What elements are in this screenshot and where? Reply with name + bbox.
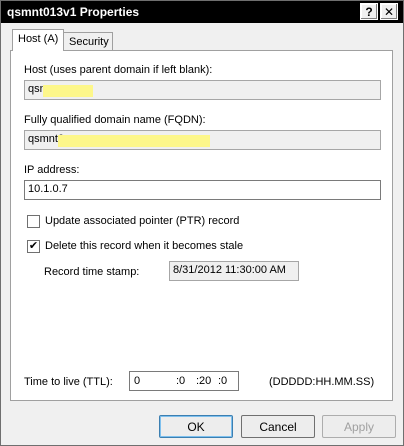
ttl-seconds[interactable]: :0 <box>218 375 227 387</box>
close-button[interactable]: ✕ <box>380 3 398 20</box>
tab-security-label: Security <box>69 36 109 48</box>
checkmark-icon: ✔ <box>28 240 39 252</box>
ttl-format-hint: (DDDDD:HH.MM.SS) <box>269 376 375 388</box>
record-timestamp-field: 8/31/2012 11:30:00 AM <box>169 261 299 281</box>
tab-security[interactable]: Security <box>63 32 113 52</box>
ptr-record-checkbox[interactable] <box>27 215 40 228</box>
ttl-label: Time to live (TTL): <box>24 376 113 388</box>
ttl-minutes[interactable]: :20 <box>196 375 211 387</box>
host-redaction <box>43 85 93 97</box>
host-label: Host (uses parent domain if left blank): <box>24 64 213 76</box>
tab-host-a-label: Host (A) <box>18 33 59 45</box>
delete-stale-label: Delete this record when it becomes stale <box>45 240 244 252</box>
cancel-button[interactable]: Cancel <box>241 415 315 438</box>
ttl-input[interactable]: 0 :0 :20 :0 <box>129 371 239 391</box>
record-timestamp-label: Record time stamp: <box>44 266 140 278</box>
ttl-hours[interactable]: :0 <box>176 375 185 387</box>
title-bar[interactable]: qsmnt013v1 Properties ? ✕ <box>1 1 403 23</box>
host-tab-panel: Host (uses parent domain if left blank):… <box>10 50 393 401</box>
ptr-record-label: Update associated pointer (PTR) record <box>45 215 240 227</box>
apply-button[interactable]: Apply <box>322 415 396 438</box>
ttl-days[interactable]: 0 <box>134 375 140 387</box>
ok-button[interactable]: OK <box>159 415 233 438</box>
delete-stale-checkbox[interactable]: ✔ <box>27 240 40 253</box>
record-timestamp-value: 8/31/2012 11:30:00 AM <box>173 264 286 276</box>
ip-address-value: 10.1.0.7 <box>28 183 68 195</box>
ip-address-label: IP address: <box>24 164 80 176</box>
fqdn-redaction <box>58 135 210 147</box>
window-title: qsmnt013v1 Properties <box>7 5 140 19</box>
properties-dialog: qsmnt013v1 Properties ? ✕ Host (A) Secur… <box>0 0 404 446</box>
fqdn-label: Fully qualified domain name (FQDN): <box>24 114 206 126</box>
tab-host-a[interactable]: Host (A) <box>12 29 65 51</box>
help-button[interactable]: ? <box>360 3 378 20</box>
ip-address-input[interactable]: 10.1.0.7 <box>24 180 381 200</box>
